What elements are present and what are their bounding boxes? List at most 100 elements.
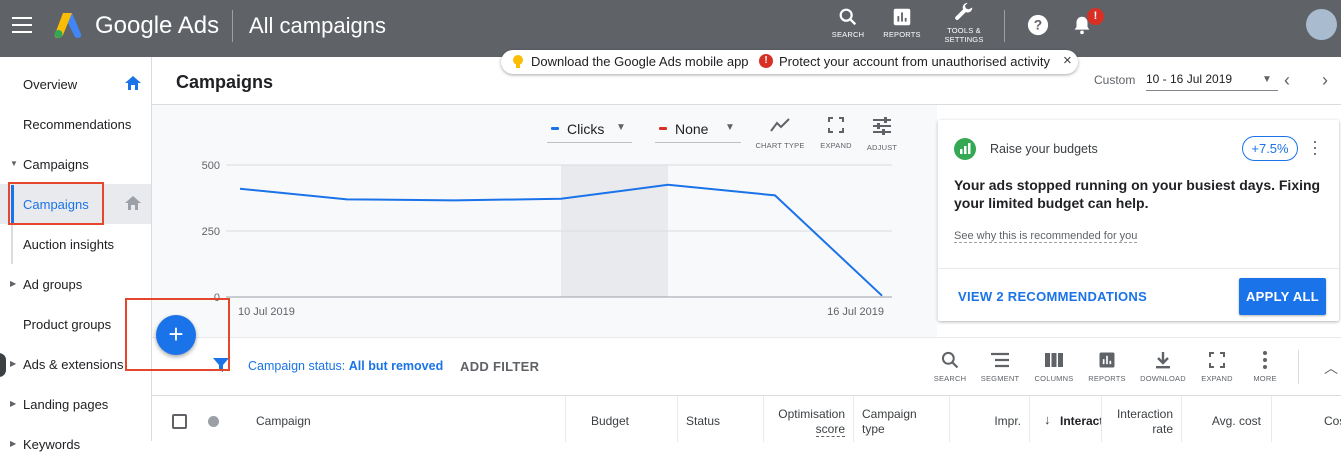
google-ads-logo bbox=[54, 13, 82, 38]
sidebar-item-keywords[interactable]: ▶ Keywords bbox=[0, 424, 151, 464]
status-dot bbox=[208, 416, 219, 427]
table-reports-button[interactable]: REPORTS bbox=[1082, 350, 1132, 383]
sidebar-item-auction-insights[interactable]: Auction insights bbox=[0, 224, 151, 264]
page-title: All campaigns bbox=[249, 13, 386, 38]
tools-label-1: TOOLS & bbox=[947, 26, 981, 35]
divider bbox=[1004, 10, 1005, 42]
search-icon bbox=[941, 351, 959, 369]
y-tick-label: 500 bbox=[202, 160, 220, 172]
x-tick-label: 16 Jul 2019 bbox=[827, 306, 884, 318]
add-filter-button[interactable]: ADD FILTER bbox=[460, 359, 539, 374]
data-point[interactable] bbox=[237, 186, 243, 192]
prev-period-icon[interactable]: ‹ bbox=[1284, 70, 1290, 91]
segment-button[interactable]: SEGMENT bbox=[975, 350, 1025, 383]
more-vert-icon bbox=[1263, 351, 1267, 369]
sidebar-item-label: Landing pages bbox=[23, 397, 109, 412]
col-interaction-rate[interactable]: Interaction rate bbox=[1102, 396, 1182, 442]
select-all-checkbox[interactable] bbox=[172, 414, 187, 429]
close-icon[interactable]: × bbox=[1063, 52, 1072, 69]
sidebar-item-label: Campaigns bbox=[23, 157, 89, 172]
tool-label: REPORTS bbox=[1088, 374, 1126, 383]
home-icon bbox=[125, 76, 141, 90]
table-expand-button[interactable]: EXPAND bbox=[1192, 350, 1242, 383]
sidebar-item-recommendations[interactable]: Recommendations bbox=[0, 104, 151, 144]
y-tick-label: 250 bbox=[202, 226, 220, 238]
alert-icon: ! bbox=[759, 54, 773, 68]
col-impressions[interactable]: Impr. bbox=[950, 396, 1030, 442]
reports-icon bbox=[893, 8, 911, 26]
data-point[interactable] bbox=[772, 192, 778, 198]
col-avg-cost[interactable]: Avg. cost bbox=[1182, 396, 1272, 442]
caret-down-icon: ▼ bbox=[10, 159, 18, 168]
filter-value: All but removed bbox=[348, 359, 444, 373]
caret-right-icon: ▶ bbox=[10, 279, 17, 288]
help-icon[interactable]: ? bbox=[1027, 14, 1049, 36]
col-budget[interactable]: Budget bbox=[566, 396, 678, 442]
col-label: Interact bbox=[1060, 414, 1102, 428]
col-status[interactable]: Status bbox=[678, 396, 764, 442]
campaign-status-filter[interactable]: Campaign status: All but removed bbox=[248, 359, 443, 373]
caret-down-icon[interactable]: ▼ bbox=[1262, 74, 1272, 85]
lightbulb-icon bbox=[513, 55, 523, 68]
view-recommendations-button[interactable]: VIEW 2 RECOMMENDATIONS bbox=[958, 289, 1147, 304]
col-label: Campaign bbox=[862, 407, 917, 421]
sort-arrow-icon: ↓ bbox=[1044, 412, 1051, 427]
avatar[interactable] bbox=[1306, 9, 1337, 40]
notification-banner: Download the Google Ads mobile app ! Pro… bbox=[501, 50, 1078, 74]
more-vert-icon[interactable]: · · · bbox=[1312, 132, 1318, 162]
caret-right-icon: ▶ bbox=[10, 359, 17, 368]
col-label: score bbox=[815, 422, 845, 437]
line-chart: 025050010 Jul 2019 16 Jul 2019 bbox=[202, 160, 892, 318]
table-header: Campaign Budget Status Optimisation scor… bbox=[152, 395, 1341, 442]
sidebar-item-overview[interactable]: Overview bbox=[0, 64, 151, 104]
why-recommended-link[interactable]: See why this is recommended for you bbox=[954, 230, 1138, 243]
col-cost[interactable]: Cos bbox=[1272, 396, 1341, 442]
tools-settings-button[interactable]: TOOLS & SETTINGS bbox=[940, 2, 988, 44]
col-label: Optimisation bbox=[778, 407, 845, 421]
col-interactions[interactable]: ↓ Interact bbox=[1030, 396, 1102, 442]
col-optimisation-score[interactable]: Optimisation score bbox=[764, 396, 854, 442]
table-search-button[interactable]: SEARCH bbox=[925, 350, 975, 383]
budget-icon bbox=[954, 138, 976, 160]
reports-icon bbox=[1099, 352, 1115, 368]
highlight-box bbox=[125, 298, 230, 371]
download-button[interactable]: DOWNLOAD bbox=[1138, 350, 1188, 383]
chevron-up-icon[interactable]: ︿ bbox=[1324, 358, 1338, 378]
tool-label: DOWNLOAD bbox=[1140, 374, 1186, 383]
col-label: Interaction bbox=[1116, 407, 1173, 421]
col-label: type bbox=[862, 422, 885, 436]
mobile-app-link[interactable]: Download the Google Ads mobile app bbox=[531, 54, 749, 69]
data-point[interactable] bbox=[879, 293, 885, 299]
uplift-badge: +7.5% bbox=[1242, 136, 1298, 161]
col-campaign-type[interactable]: Campaign type bbox=[854, 396, 950, 442]
security-link[interactable]: Protect your account from unauthorised a… bbox=[779, 54, 1050, 69]
sidebar-item-landing-pages[interactable]: ▶ Landing pages bbox=[0, 384, 151, 424]
col-label: Avg. cost bbox=[1211, 414, 1261, 428]
date-range-select[interactable]: 10 - 16 Jul 2019 bbox=[1146, 72, 1278, 91]
top-search-button[interactable]: SEARCH bbox=[829, 6, 867, 39]
filter-bar: Campaign status: All but removed ADD FIL… bbox=[152, 337, 1341, 395]
data-point[interactable] bbox=[558, 196, 564, 202]
data-point[interactable] bbox=[665, 182, 671, 188]
tool-label: COLUMNS bbox=[1034, 374, 1074, 383]
data-point[interactable] bbox=[344, 196, 350, 202]
brand-name: Google Ads bbox=[95, 12, 220, 39]
divider bbox=[938, 268, 1339, 269]
columns-icon bbox=[1045, 353, 1063, 367]
sidebar-item-label: Product groups bbox=[23, 317, 112, 332]
col-label: Budget bbox=[590, 414, 629, 428]
filter-label: Campaign status: bbox=[248, 359, 346, 373]
next-period-icon[interactable]: › bbox=[1322, 70, 1328, 91]
date-range-label: Custom bbox=[1094, 73, 1136, 87]
data-point[interactable] bbox=[451, 197, 457, 203]
top-reports-button[interactable]: REPORTS bbox=[882, 6, 922, 39]
x-tick-label: 10 Jul 2019 bbox=[238, 306, 295, 318]
col-campaign[interactable]: Campaign bbox=[236, 396, 566, 442]
menu-icon[interactable] bbox=[12, 17, 32, 33]
sidebar-item-campaigns-group[interactable]: ▼ Campaigns bbox=[0, 144, 151, 184]
sidebar: Overview Recommendations ▼ Campaigns Cam… bbox=[0, 57, 152, 452]
more-button[interactable]: MORE bbox=[1240, 350, 1290, 383]
apply-all-button[interactable]: APPLY ALL bbox=[1239, 278, 1326, 315]
recommendation-body: Your ads stopped running on your busiest… bbox=[954, 177, 1321, 211]
columns-button[interactable]: COLUMNS bbox=[1029, 350, 1079, 383]
